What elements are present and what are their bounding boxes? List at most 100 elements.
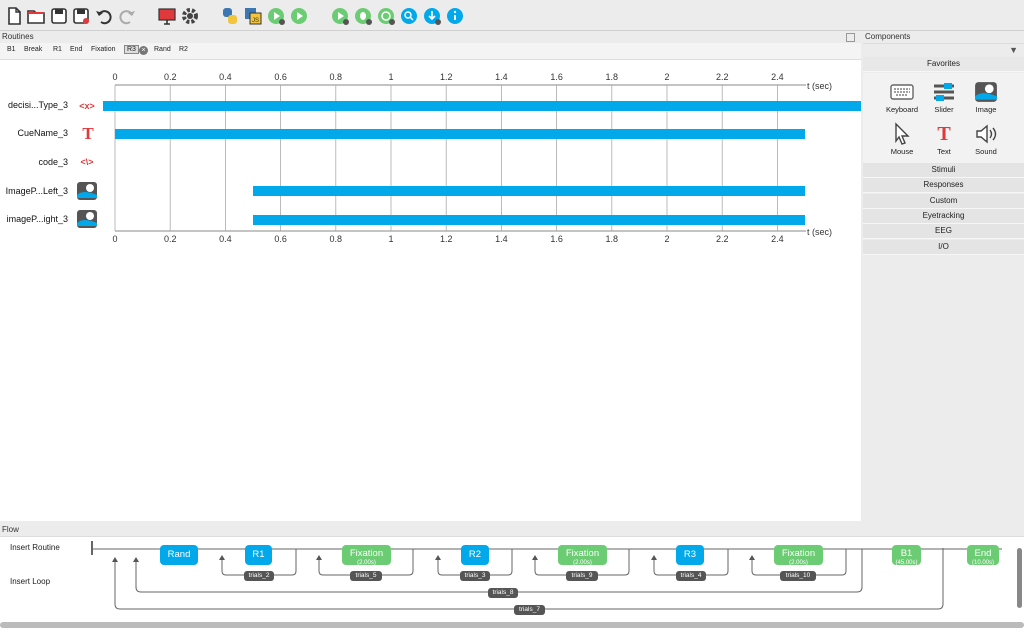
js-icon[interactable]: JS [242,5,264,27]
tick-label-top: 0 [112,72,117,82]
component-bar[interactable] [253,186,805,196]
filter-icon[interactable]: ▼ [1009,45,1018,55]
search-icon[interactable] [398,5,420,27]
time-unit-label: t (sec) [807,227,832,237]
component-bar[interactable] [253,215,805,225]
code-icon[interactable]: <x> [76,96,98,116]
loop-trials-4[interactable]: trials_4 [676,571,706,581]
tick-label-top: 0.6 [274,72,287,82]
component-label-image-right[interactable]: imageP...ight_3 [0,214,68,224]
globe-icon[interactable] [375,5,397,27]
tick-label-bottom: 2.2 [716,234,729,244]
routine-label: End [974,548,992,559]
tick-label-top: 2.4 [771,72,784,82]
flow-horizontal-scrollbar[interactable] [0,622,1024,628]
save-as-icon[interactable] [70,5,92,27]
component-sound[interactable]: Sound [961,121,1011,156]
category-eyetracking[interactable]: Eyetracking [863,209,1024,224]
close-tab-icon[interactable]: × [139,46,148,55]
loop-trials-5[interactable]: trials_5 [350,571,382,581]
component-label-code[interactable]: code_3 [0,157,68,167]
tab-b1[interactable]: B1 [7,46,16,53]
tick-label-bottom: 1.8 [606,234,619,244]
flow-routine-fixation-2[interactable]: Fixation (2.00s) [558,545,607,566]
loop-trials-3[interactable]: trials_3 [460,571,490,581]
image-icon[interactable] [76,209,98,229]
code-icon[interactable]: <\> [76,152,98,172]
loop-trials-9[interactable]: trials_9 [566,571,598,581]
tab-break[interactable]: Break [24,46,42,53]
image-icon [961,79,1011,105]
tab-rand[interactable]: Rand [154,46,171,53]
open-folder-icon[interactable] [25,5,47,27]
flow-routine-fixation-1[interactable]: Fixation (2.00s) [342,545,391,566]
tab-r1[interactable]: R1 [53,46,62,53]
save-icon[interactable] [48,5,70,27]
flow-routine-rand[interactable]: Rand [160,545,198,565]
tick-label-bottom: 0.8 [330,234,343,244]
flow-routine-end[interactable]: End (10.00s) [967,545,999,566]
routines-panel: Routines B1 Break R1 End Fixation R3 × R… [0,31,861,521]
routine-timeline: 0 0 0.2 0.2 0.4 0.4 0.6 0.6 0.8 0.8 1 1 1.2 1.2 1.4 1.4… [0,60,861,260]
bug-icon[interactable] [352,5,374,27]
category-responses[interactable]: Responses [863,178,1024,193]
toolbar: JS [0,0,1024,31]
text-icon[interactable]: T [77,124,99,144]
routine-label: R3 [683,549,697,560]
components-header: Components [863,31,1024,44]
component-label: Image [975,105,997,114]
tick-label-top: 1.8 [606,72,619,82]
info-icon[interactable] [444,5,466,27]
tab-r3[interactable]: R3 [124,45,139,54]
new-file-icon[interactable] [3,5,25,27]
run-pilot-icon[interactable] [265,5,287,27]
python-icon[interactable] [219,5,241,27]
timeline-canvas: 0 0 0.2 0.2 0.4 0.4 0.6 0.6 0.8 0.8 1 1 1.2 1.2 1.4 1.4… [103,72,861,244]
component-bar[interactable] [103,101,861,111]
flow-routine-r2[interactable]: R2 [461,545,489,565]
undo-icon[interactable] [93,5,115,27]
tab-r2[interactable]: R2 [179,46,188,53]
image-icon[interactable] [76,181,98,201]
routine-label: R2 [468,549,482,560]
flow-routine-fixation-3[interactable]: Fixation (2.00s) [774,545,823,566]
routine-duration: (2.00s) [357,560,376,566]
category-stimuli[interactable]: Stimuli [863,163,1024,178]
monitor-icon[interactable] [156,5,178,27]
routine-duration: (10.00s) [971,560,994,566]
loop-trials-8[interactable]: trials_8 [488,588,518,598]
component-label: Sound [975,147,997,156]
category-eeg[interactable]: EEG [863,224,1024,239]
tick-label-bottom: 1.2 [440,234,453,244]
run-icon[interactable] [288,5,310,27]
tick-label-bottom: 1.4 [495,234,508,244]
component-bar[interactable] [115,129,805,139]
favorites-header[interactable]: Favorites [863,57,1024,72]
tab-end[interactable]: End [70,46,82,53]
tick-label-top: 0.2 [164,72,177,82]
tick-label-bottom: 2 [664,234,669,244]
redo-icon[interactable] [116,5,138,27]
component-label-cuename[interactable]: CueName_3 [0,128,68,138]
category-io[interactable]: I/O [863,240,1024,255]
tab-fixation[interactable]: Fixation [91,46,116,53]
flow-routine-r3[interactable]: R3 [676,545,704,565]
component-image[interactable]: Image [961,79,1011,114]
loop-trials-7[interactable]: trials_7 [514,605,545,615]
flow-routine-b1[interactable]: B1 (45.00s) [892,545,921,566]
tick-label-bottom: 0 [112,234,117,244]
component-label-image-left[interactable]: ImageP...Left_3 [0,186,68,196]
download-icon[interactable] [421,5,443,27]
category-custom[interactable]: Custom [863,194,1024,209]
maximize-icon[interactable] [846,33,855,42]
tick-label-top: 1 [388,72,393,82]
loop-trials-2[interactable]: trials_2 [244,571,274,581]
components-panel: Components ▼ Favorites Keyboard Slider I… [863,31,1024,521]
component-label-decision-type[interactable]: decisi...Type_3 [0,100,68,110]
run-online-icon[interactable] [329,5,351,27]
loop-trials-10[interactable]: trials_10 [780,571,816,581]
flow-routine-r1[interactable]: R1 [245,545,272,565]
gear-icon[interactable] [179,5,201,27]
routine-label: Fixation [781,548,816,559]
flow-vertical-scrollbar[interactable] [1017,548,1022,608]
